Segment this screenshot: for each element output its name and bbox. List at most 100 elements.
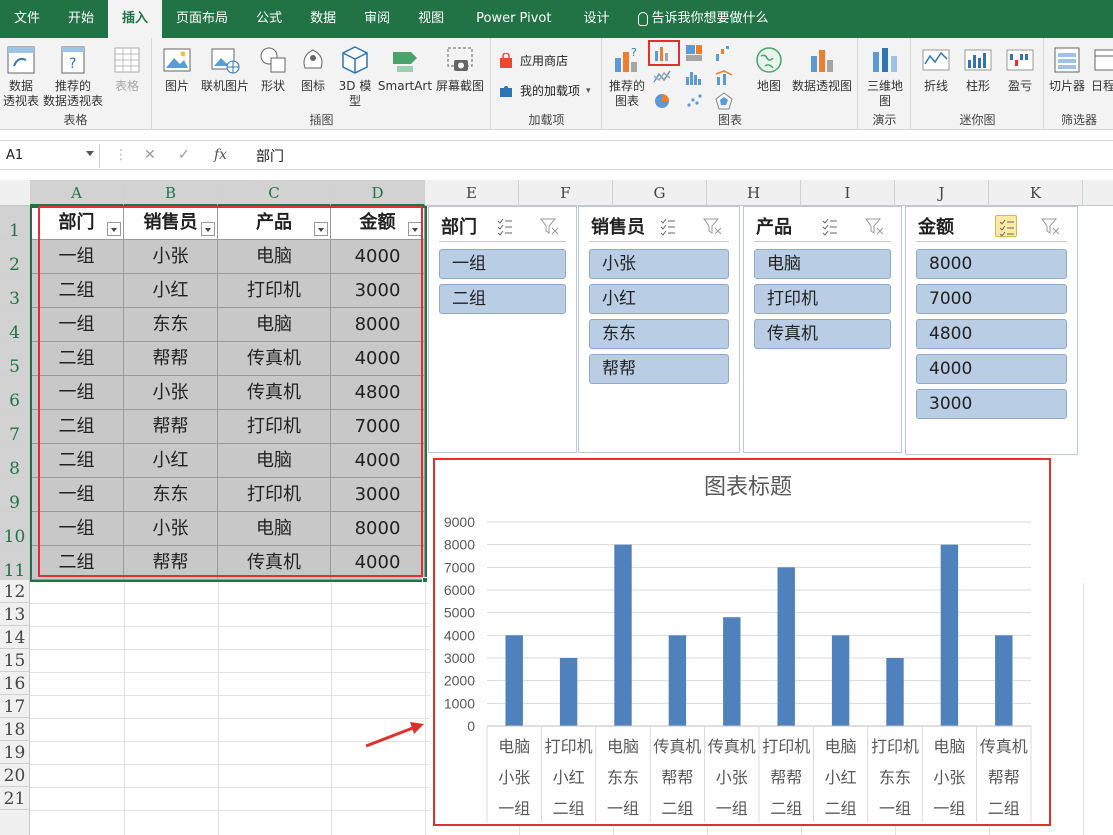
table-cell[interactable]: 3000 <box>331 274 425 308</box>
chart-bar[interactable] <box>614 544 632 726</box>
statistic-chart-icon[interactable] <box>685 68 703 86</box>
table-cell[interactable]: 一组 <box>30 512 124 546</box>
3d-map-button[interactable]: 三维地 图 <box>863 44 907 109</box>
store-button[interactable]: 应用商店 <box>498 52 568 69</box>
tab-1[interactable]: 开始 <box>54 0 108 38</box>
hierarchy-chart-icon[interactable] <box>685 44 703 62</box>
multi-select-icon[interactable] <box>494 215 516 237</box>
row-header-8[interactable]: 8 <box>0 444 30 479</box>
pivot-chart-button[interactable]: 数据透视图 <box>789 44 855 94</box>
column-header-C[interactable]: C <box>218 180 331 206</box>
name-box[interactable]: A1 <box>0 144 100 168</box>
timeline-button[interactable]: 日程 <box>1091 44 1113 94</box>
chart-title[interactable]: 图表标题 <box>704 474 792 499</box>
sparkline-column-button[interactable]: 柱形 <box>958 44 998 94</box>
row-header-20[interactable]: 20 <box>0 764 30 787</box>
table-cell[interactable]: 传真机 <box>218 342 331 376</box>
multi-select-icon[interactable] <box>995 215 1017 237</box>
tab-9[interactable]: 设计 <box>569 0 623 38</box>
row-header-3[interactable]: 3 <box>0 274 30 309</box>
tab-7[interactable]: 视图 <box>404 0 458 38</box>
row-header-6[interactable]: 6 <box>0 376 30 411</box>
table-cell[interactable]: 4800 <box>331 376 425 410</box>
filter-dropdown-icon[interactable] <box>201 222 215 236</box>
picture-button[interactable]: 图片 <box>159 44 195 94</box>
table-cell[interactable]: 一组 <box>30 478 124 512</box>
slicer-item[interactable]: 小红 <box>589 284 729 314</box>
chart-bar[interactable] <box>777 567 795 726</box>
row-header-16[interactable]: 16 <box>0 672 30 695</box>
row-header-17[interactable]: 17 <box>0 695 30 718</box>
table-cell[interactable]: 二组 <box>30 342 124 376</box>
tab-4[interactable]: 公式 <box>242 0 296 38</box>
table-cell[interactable]: 二组 <box>30 444 124 478</box>
table-cell[interactable]: 传真机 <box>218 376 331 410</box>
slicer-item[interactable]: 小张 <box>589 249 729 279</box>
table-cell[interactable]: 一组 <box>30 308 124 342</box>
chart-bar[interactable] <box>559 658 578 726</box>
slicer-item[interactable]: 一组 <box>439 249 566 279</box>
clear-filter-icon[interactable] <box>1039 215 1061 237</box>
table-cell[interactable]: 打印机 <box>218 274 331 308</box>
table-cell[interactable]: 3000 <box>331 478 425 512</box>
table-cell[interactable]: 4000 <box>331 444 425 478</box>
filter-dropdown-icon[interactable] <box>314 222 328 236</box>
row-header-18[interactable]: 18 <box>0 718 30 741</box>
row-header-10[interactable]: 10 <box>0 512 30 547</box>
slicer-item[interactable]: 帮帮 <box>589 354 729 384</box>
slicer-item[interactable]: 二组 <box>439 284 566 314</box>
table-cell[interactable]: 打印机 <box>218 478 331 512</box>
shapes-button[interactable]: 形状 <box>255 44 291 94</box>
table-button[interactable]: 表格 <box>108 44 146 94</box>
sparkline-line-button[interactable]: 折线 <box>916 44 956 94</box>
column-header-G[interactable]: G <box>613 180 707 206</box>
column-header-I[interactable]: I <box>801 180 895 206</box>
table-cell[interactable]: 小红 <box>124 444 218 478</box>
slicer-item[interactable]: 8000 <box>916 249 1067 279</box>
check-icon[interactable]: ✓ <box>178 147 190 163</box>
filter-dropdown-icon[interactable] <box>408 222 422 236</box>
my-addins-button[interactable]: 我的加载项 ▾ <box>498 82 591 99</box>
slicer-panel[interactable]: 产品 电脑 打印机 传真机 <box>743 206 902 453</box>
row-header-13[interactable]: 13 <box>0 603 30 626</box>
icons-button[interactable]: 图标 <box>295 44 331 94</box>
scatter-chart-icon[interactable] <box>685 92 703 110</box>
line-chart-icon[interactable] <box>653 68 671 86</box>
table-cell[interactable]: 4000 <box>331 240 425 274</box>
row-header-4[interactable]: 4 <box>0 308 30 343</box>
table-cell[interactable]: 帮帮 <box>124 410 218 444</box>
table-header-cell[interactable]: 部门 <box>30 206 124 240</box>
slicer-item[interactable]: 7000 <box>916 284 1067 314</box>
table-cell[interactable]: 7000 <box>331 410 425 444</box>
table-cell[interactable]: 帮帮 <box>124 546 218 580</box>
slicer-item[interactable]: 4800 <box>916 319 1067 349</box>
slicer-item[interactable]: 4000 <box>916 354 1067 384</box>
table-cell[interactable]: 8000 <box>331 308 425 342</box>
table-header-cell[interactable]: 金额 <box>331 206 425 240</box>
row-header-14[interactable]: 14 <box>0 626 30 649</box>
multi-select-icon[interactable] <box>657 215 679 237</box>
chart-bar[interactable] <box>940 544 959 726</box>
table-header-cell[interactable]: 销售员 <box>124 206 218 240</box>
table-cell[interactable]: 帮帮 <box>124 342 218 376</box>
chart-bar[interactable] <box>831 635 850 726</box>
column-header-K[interactable]: K <box>989 180 1083 206</box>
fill-handle[interactable] <box>422 577 428 583</box>
pie-chart-icon[interactable] <box>653 92 671 110</box>
row-header-11[interactable]: 11 <box>0 546 30 581</box>
chart-bar[interactable] <box>886 658 904 726</box>
tab-5[interactable]: 数据 <box>296 0 350 38</box>
column-chart[interactable]: 图表标题 0 1000 2000 3000 4000 5000 6000 7000 8000 900… <box>433 458 1051 826</box>
combo-chart-icon[interactable] <box>715 68 733 86</box>
slicer-item[interactable]: 3000 <box>916 389 1067 419</box>
filter-dropdown-icon[interactable] <box>107 222 121 236</box>
table-cell[interactable]: 小张 <box>124 376 218 410</box>
column-header-F[interactable]: F <box>519 180 613 206</box>
tab-2[interactable]: 插入 <box>108 0 163 38</box>
column-header-E[interactable]: E <box>425 180 519 206</box>
recommended-pivot-button[interactable]: ? 推荐的 数据透视表 <box>42 44 104 109</box>
row-header-2[interactable]: 2 <box>0 240 30 275</box>
slicer-item[interactable]: 电脑 <box>754 249 891 279</box>
table-cell[interactable]: 二组 <box>30 410 124 444</box>
cancel-icon[interactable]: ✕ <box>144 147 156 163</box>
